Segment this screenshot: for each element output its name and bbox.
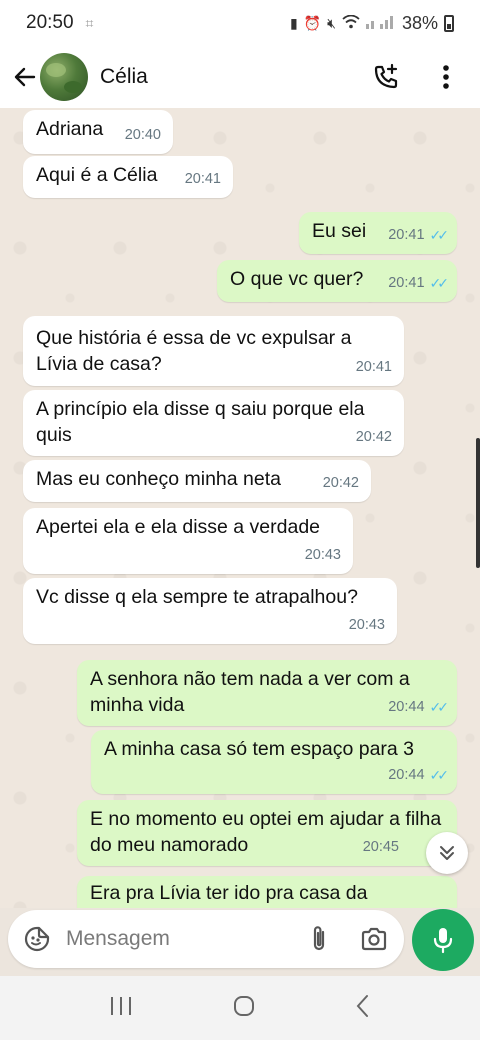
status-time: 20:50 — [26, 12, 74, 33]
message-time: 20:41 — [355, 359, 392, 375]
message-time: 20:41 ✓✓ — [388, 222, 450, 248]
message-time: 20:41 ✓✓ — [388, 270, 450, 296]
camera-icon — [361, 927, 387, 951]
message-list[interactable]: Adriana 20:40 Aqui é a Célia 20:41 Eu se… — [0, 108, 480, 908]
message-time: 20:41 — [184, 171, 221, 187]
message-time: 20:45 — [362, 839, 399, 855]
system-nav-bar — [0, 976, 480, 1040]
sticker-icon — [24, 926, 50, 952]
chat-header: Célia — [0, 46, 480, 108]
message-time: 20:42 — [322, 475, 359, 491]
scroll-to-bottom-button[interactable] — [426, 832, 468, 874]
message-text: Era pra Lívia ter ido pra casa da — [90, 882, 368, 904]
alarm-icon: ⏰ — [303, 14, 322, 31]
notification-icon: ▮ — [289, 14, 298, 31]
paperclip-icon — [313, 926, 325, 951]
chevron-left-icon — [356, 994, 368, 1017]
header-actions — [368, 59, 470, 95]
recent-apps-button[interactable] — [109, 995, 133, 1022]
message-bubble[interactable]: Era pra Lívia ter ido pra casa da — [77, 876, 457, 908]
message-bubble[interactable]: Vc disse q ela sempre te atrapalhou? 20:… — [23, 578, 397, 644]
message-text: Aqui é a Célia — [36, 164, 158, 186]
sticker-button[interactable] — [22, 921, 52, 957]
message-time: 20:44 ✓✓ — [388, 694, 450, 720]
message-text: A princípio ela disse q saiu porque ela … — [36, 398, 365, 446]
system-back-button[interactable] — [355, 994, 371, 1023]
message-bubble[interactable]: A senhora não tem nada a ver com a minha… — [77, 660, 457, 726]
back-button[interactable] — [10, 57, 40, 97]
message-bubble[interactable]: Que história é essa de vc expulsar a Lív… — [23, 316, 404, 386]
read-ticks-icon: ✓✓ — [429, 275, 450, 291]
message-text: O que vc quer? — [230, 268, 364, 290]
message-time: 20:43 — [348, 617, 385, 633]
message-text: Adriana — [36, 118, 104, 140]
wifi-icon — [342, 14, 360, 32]
recent-apps-icon — [111, 996, 132, 1015]
message-text: A senhora não tem nada a ver com a minha… — [90, 668, 410, 716]
read-ticks-icon: ✓✓ — [429, 699, 450, 715]
home-button[interactable] — [232, 994, 256, 1023]
message-bubble[interactable]: A princípio ela disse q saiu porque ela … — [23, 390, 404, 456]
more-vertical-icon — [443, 65, 449, 89]
more-options-button[interactable] — [428, 59, 464, 95]
avatar[interactable] — [40, 53, 88, 101]
message-bubble[interactable]: A minha casa só tem espaço para 3 20:44 ✓… — [91, 730, 457, 794]
message-bubble[interactable]: O que vc quer? 20:41 ✓✓ — [217, 260, 457, 302]
message-bubble[interactable]: Mas eu conheço minha neta 20:42 — [23, 460, 371, 502]
message-bubble[interactable]: Apertei ela e ela disse a verdade 20:43 — [23, 508, 353, 574]
message-time: 20:44 ✓✓ — [388, 762, 450, 788]
signal-icon — [365, 15, 396, 32]
message-input[interactable]: Mensagem — [66, 927, 306, 951]
voice-message-button[interactable] — [412, 909, 474, 971]
phone-plus-icon — [374, 63, 398, 89]
message-bubble[interactable]: Eu sei 20:41 ✓✓ — [299, 212, 457, 254]
status-bar: 20:50 ⌗ ▮ ⏰ 🔇︎ 38% — [0, 0, 480, 46]
camera-button[interactable] — [358, 921, 390, 957]
message-bubble[interactable]: Adriana 20:40 — [23, 110, 173, 154]
attach-button[interactable] — [306, 921, 332, 957]
message-text: Vc disse q ela sempre te atrapalhou? — [36, 586, 358, 608]
message-text: A minha casa só tem espaço para 3 — [104, 738, 415, 760]
microphone-icon — [433, 928, 453, 954]
screen-record-icon: ⌗ — [85, 14, 94, 31]
contact-name[interactable]: Célia — [100, 65, 148, 89]
message-bubble[interactable]: E no momento eu optei em ajudar a filha … — [77, 800, 457, 866]
message-bubble[interactable]: Aqui é a Célia 20:41 — [23, 156, 233, 198]
read-ticks-icon: ✓✓ — [429, 227, 450, 243]
home-icon — [233, 995, 254, 1016]
add-call-button[interactable] — [368, 59, 404, 95]
battery-percent: 38% — [401, 12, 438, 33]
message-text: Que história é essa de vc expulsar a Lív… — [36, 327, 352, 375]
message-time: 20:42 — [355, 429, 392, 445]
message-text: Mas eu conheço minha neta — [36, 468, 281, 490]
battery-icon — [444, 14, 454, 32]
message-time: 20:40 — [124, 127, 161, 143]
arrow-left-icon — [14, 67, 36, 87]
double-chevron-down-icon — [440, 846, 454, 860]
message-text: Apertei ela e ela disse a verdade — [36, 516, 321, 538]
message-text: Eu sei — [312, 220, 367, 242]
message-composer: Mensagem — [8, 910, 404, 968]
status-icons: ▮ ⏰ 🔇︎ 38% — [290, 13, 454, 34]
message-time: 20:43 — [304, 547, 341, 563]
read-ticks-icon: ✓✓ — [429, 767, 450, 783]
mute-icon: 🔇︎ — [327, 14, 336, 31]
composer-actions — [306, 921, 390, 957]
scrollbar-handle[interactable] — [476, 438, 480, 568]
